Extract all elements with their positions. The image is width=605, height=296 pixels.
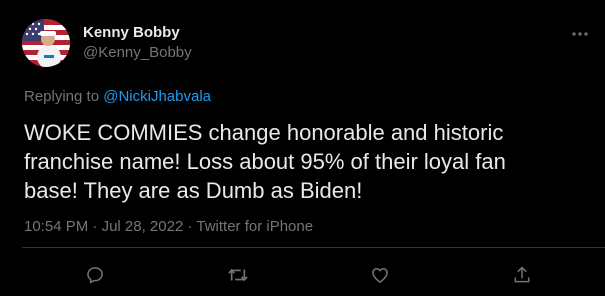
more-options-button[interactable] — [567, 24, 593, 44]
share-icon — [514, 266, 530, 283]
more-dots-icon — [572, 32, 588, 36]
tweet-source[interactable]: Twitter for iPhone — [196, 218, 313, 235]
avatar[interactable] — [22, 19, 70, 67]
heart-icon — [372, 268, 388, 283]
avatar-image — [22, 19, 70, 67]
reply-context-prefix: Replying to — [24, 88, 104, 105]
author-handle[interactable]: @Kenny_Bobby — [83, 44, 192, 61]
tweet-meta: 10:54 PM · Jul 28, 2022 · Twitter for iP… — [24, 218, 313, 235]
tweet-date[interactable]: Jul 28, 2022 — [102, 218, 184, 235]
action-bar — [0, 262, 605, 288]
share-button[interactable] — [509, 262, 535, 288]
reply-icon — [87, 267, 103, 284]
tweet-time[interactable]: 10:54 PM — [24, 218, 88, 235]
author-display-name[interactable]: Kenny Bobby — [83, 24, 180, 41]
meta-separator: · — [88, 218, 102, 235]
reply-context: Replying to @NickiJhabvala — [24, 88, 211, 105]
retweet-icon — [228, 268, 248, 282]
like-button[interactable] — [367, 262, 393, 288]
reply-button[interactable] — [82, 262, 108, 288]
divider — [22, 247, 605, 248]
reply-mention-link[interactable]: @NickiJhabvala — [103, 88, 211, 105]
tweet-text: WOKE COMMIES change honorable and histor… — [24, 120, 506, 203]
meta-separator: · — [183, 218, 197, 235]
retweet-button[interactable] — [225, 262, 251, 288]
